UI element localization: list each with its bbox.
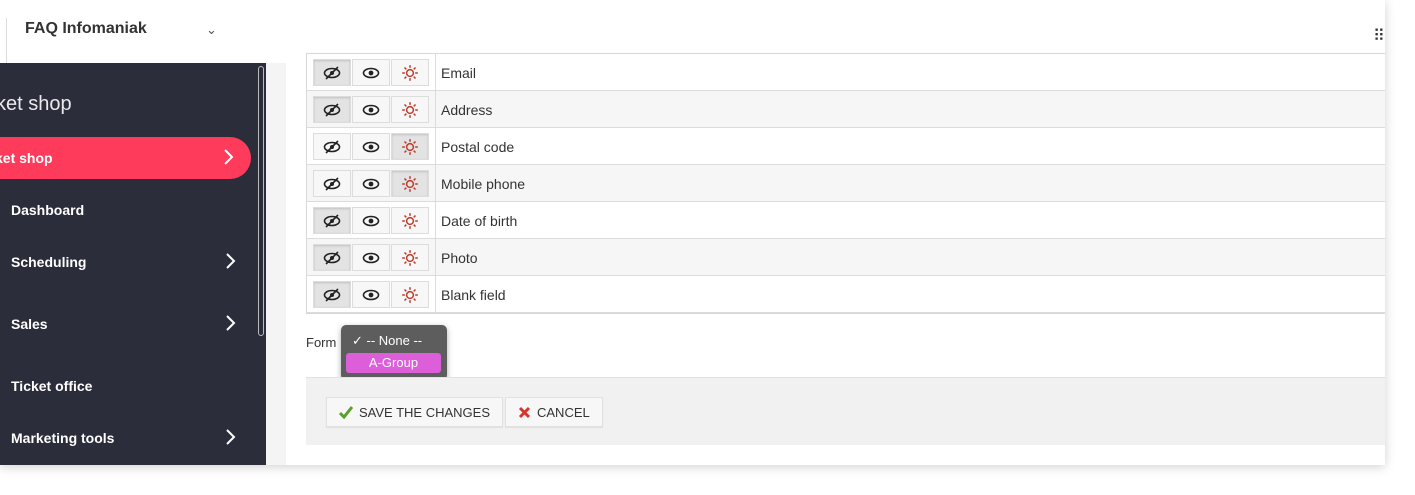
show-button[interactable] — [352, 59, 390, 86]
field-name: Mobile phone — [441, 176, 526, 192]
eye-slash-icon — [323, 102, 341, 117]
sidebar-item-ticket-office[interactable]: Ticket office — [11, 378, 92, 394]
organization-selector[interactable]: FAQ Infomaniak — [25, 20, 147, 38]
sidebar-item-dashboard[interactable]: Dashboard — [11, 202, 84, 218]
visibility-toggle-group — [307, 54, 436, 90]
show-button[interactable] — [352, 207, 390, 234]
sidebar-scrollbar[interactable] — [258, 66, 264, 336]
sidebar-item-marketing-tools[interactable]: Marketing tools — [11, 430, 114, 446]
field-name: Email — [441, 65, 477, 81]
cancel-button[interactable]: CANCEL — [505, 397, 603, 427]
sidebar-item-scheduling[interactable]: Scheduling — [11, 254, 86, 270]
required-button[interactable] — [391, 244, 429, 271]
visibility-toggle-group — [307, 165, 436, 201]
eye-icon — [362, 252, 380, 263]
gear-icon — [402, 286, 418, 303]
sidebar-item-ticket-shop[interactable]: ket shop — [0, 137, 251, 179]
required-button[interactable] — [391, 59, 429, 86]
form-label: Form — [306, 335, 337, 350]
required-button[interactable] — [391, 96, 429, 123]
eye-icon — [362, 289, 380, 300]
form-footer: SAVE THE CHANGES CANCEL — [306, 377, 1385, 445]
sidebar-item-label: ket shop — [0, 150, 53, 166]
eye-slash-icon — [323, 213, 341, 228]
sidebar-heading: ket shop — [0, 93, 72, 115]
sidebar-item-sales[interactable]: Sales — [11, 316, 48, 332]
table-row: Postal code — [307, 128, 1385, 165]
fields-table: Email Address Postal code Mobile phone Date … — [306, 53, 1385, 314]
table-row: Date of birth — [307, 202, 1385, 239]
hide-button[interactable] — [313, 244, 351, 271]
gear-icon — [402, 138, 418, 155]
form-option[interactable]: ✓ -- None -- — [352, 333, 422, 349]
gear-icon — [402, 175, 418, 192]
show-button[interactable] — [352, 281, 390, 308]
show-button[interactable] — [352, 96, 390, 123]
eye-slash-icon — [323, 287, 341, 302]
hide-button[interactable] — [313, 133, 351, 160]
hide-button[interactable] — [313, 170, 351, 197]
cross-icon — [518, 406, 531, 418]
app-window: FAQ Infomaniak ⌄ ⠿ ket shop ket shop Das… — [0, 0, 1385, 465]
hide-button[interactable] — [313, 207, 351, 234]
field-name: Blank field — [441, 287, 506, 303]
eye-slash-icon — [323, 139, 341, 154]
table-row: Address — [307, 91, 1385, 128]
save-button-label: SAVE THE CHANGES — [359, 404, 490, 420]
chevron-right-icon — [226, 253, 236, 269]
visibility-toggle-group — [307, 91, 436, 127]
field-name: Address — [441, 102, 493, 118]
eye-icon — [362, 178, 380, 189]
table-row: Mobile phone — [307, 165, 1385, 202]
required-button[interactable] — [391, 170, 429, 197]
hide-button[interactable] — [313, 96, 351, 123]
cancel-button-label: CANCEL — [537, 404, 590, 420]
show-button[interactable] — [352, 133, 390, 160]
show-button[interactable] — [352, 170, 390, 197]
table-row: Photo — [307, 239, 1385, 276]
divider — [6, 18, 7, 63]
show-button[interactable] — [352, 244, 390, 271]
eye-icon — [362, 67, 380, 78]
eye-icon — [362, 141, 380, 152]
hide-button[interactable] — [313, 281, 351, 308]
chevron-down-icon[interactable]: ⌄ — [206, 22, 217, 38]
eye-slash-icon — [323, 250, 341, 265]
main-content: Email Address Postal code Mobile phone Date … — [286, 53, 1385, 465]
required-button[interactable] — [391, 281, 429, 308]
sidebar: ket shop ket shop Dashboard Scheduling S… — [0, 63, 266, 465]
hide-button[interactable] — [313, 59, 351, 86]
save-button[interactable]: SAVE THE CHANGES — [326, 397, 503, 427]
apps-grid-icon[interactable]: ⠿ — [1373, 26, 1385, 46]
form-option-label: -- None -- — [366, 333, 423, 348]
visibility-toggle-group — [307, 202, 436, 238]
chevron-right-icon — [226, 315, 236, 331]
form-option-highlighted[interactable]: A-Group — [346, 353, 441, 373]
gear-icon — [402, 249, 418, 266]
field-name: Date of birth — [441, 213, 518, 229]
chevron-right-icon — [226, 429, 236, 445]
form-select-dropdown[interactable]: ✓ -- None -- A-Group — [341, 325, 447, 380]
field-name: Photo — [441, 250, 478, 266]
gear-icon — [402, 64, 418, 81]
checkmark-icon — [339, 406, 353, 419]
required-button[interactable] — [391, 133, 429, 160]
eye-slash-icon — [323, 65, 341, 80]
chevron-right-icon — [224, 149, 234, 165]
required-button[interactable] — [391, 207, 429, 234]
eye-slash-icon — [323, 176, 341, 191]
visibility-toggle-group — [307, 276, 436, 312]
visibility-toggle-group — [307, 239, 436, 275]
gear-icon — [402, 212, 418, 229]
eye-icon — [362, 215, 380, 226]
table-row: Blank field — [307, 276, 1385, 313]
visibility-toggle-group — [307, 128, 436, 164]
field-name: Postal code — [441, 139, 515, 155]
eye-icon — [362, 104, 380, 115]
gear-icon — [402, 101, 418, 118]
table-row: Email — [307, 54, 1385, 91]
